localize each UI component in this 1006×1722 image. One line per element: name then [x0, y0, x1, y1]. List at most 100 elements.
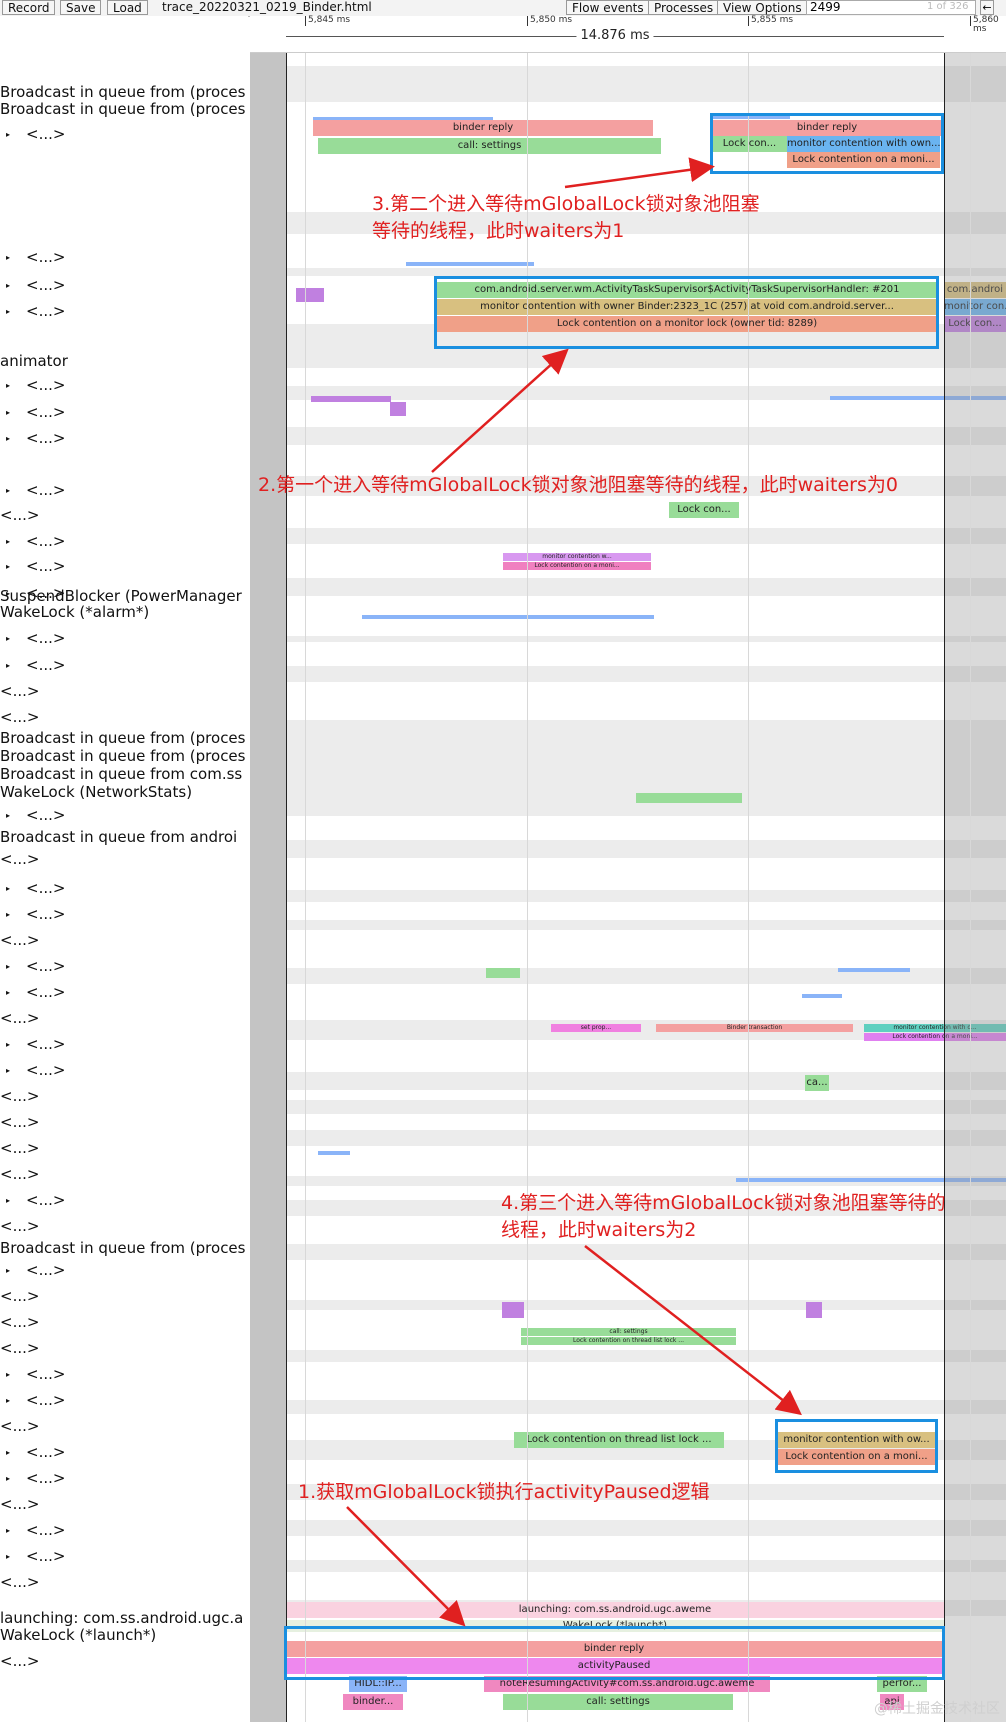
load-button[interactable]: Load: [107, 0, 148, 15]
track-label[interactable]: ▸ <...>: [6, 1444, 65, 1461]
trace-slice[interactable]: call: settings: [503, 1694, 733, 1710]
track-label[interactable]: <...>: [0, 1010, 39, 1026]
expand-triangle-icon[interactable]: ▸: [6, 559, 26, 575]
track-label[interactable]: <...>: [0, 932, 39, 948]
trace-slice[interactable]: [318, 1151, 350, 1155]
trace-slice[interactable]: [486, 968, 520, 978]
expand-triangle-icon[interactable]: ▸: [6, 881, 26, 897]
track-label[interactable]: Broadcast in queue from com.ss: [0, 766, 242, 782]
expand-triangle-icon[interactable]: ▸: [6, 1549, 26, 1565]
trace-slice[interactable]: [406, 262, 534, 266]
expand-triangle-icon[interactable]: ▸: [6, 1523, 26, 1539]
trace-slice[interactable]: [362, 615, 654, 619]
trace-slice[interactable]: [311, 396, 391, 402]
track-label[interactable]: <...>: [0, 1140, 39, 1156]
selection-right-edge[interactable]: [944, 16, 945, 1722]
trace-slice[interactable]: launching: com.ss.android.ugc.aweme: [286, 1602, 944, 1618]
track-label[interactable]: ▸ <...>: [6, 1548, 65, 1565]
track-label[interactable]: Broadcast in queue from androi: [0, 829, 237, 845]
trace-slice[interactable]: [313, 117, 493, 120]
expand-triangle-icon[interactable]: ▸: [6, 1193, 26, 1209]
trace-slice[interactable]: monitor contention w...: [503, 553, 651, 561]
trace-slice[interactable]: call: settings: [318, 138, 661, 154]
trace-slice[interactable]: [390, 402, 406, 416]
track-label[interactable]: <...>: [0, 851, 39, 867]
expand-triangle-icon[interactable]: ▸: [6, 1393, 26, 1409]
expand-triangle-icon[interactable]: ▸: [6, 405, 26, 421]
expand-triangle-icon[interactable]: ▸: [6, 1263, 26, 1279]
track-label[interactable]: WakeLock (*alarm*): [0, 604, 149, 620]
prev-match-button[interactable]: ←: [980, 0, 994, 15]
expand-triangle-icon[interactable]: ▸: [6, 1367, 26, 1383]
track-label[interactable]: <...>: [0, 1218, 39, 1234]
expand-triangle-icon[interactable]: ▸: [6, 127, 26, 143]
trace-slice[interactable]: set prop...: [551, 1024, 641, 1032]
expand-triangle-icon[interactable]: ▸: [6, 959, 26, 975]
expand-triangle-icon[interactable]: ▸: [6, 378, 26, 394]
track-label[interactable]: Broadcast in queue from (proces: [0, 1240, 245, 1256]
trace-slice[interactable]: binder...: [343, 1694, 403, 1710]
trace-slice[interactable]: Lock con...: [669, 502, 739, 518]
track-label[interactable]: ▸ <...>: [6, 958, 65, 975]
track-label[interactable]: ▸ <...>: [6, 1036, 65, 1053]
view-options-button[interactable]: View Options: [717, 0, 808, 15]
expand-triangle-icon[interactable]: ▸: [6, 534, 26, 550]
track-label[interactable]: Broadcast in queue from (proces: [0, 748, 245, 764]
track-label[interactable]: ▸ <...>: [6, 906, 65, 923]
track-label[interactable]: ▸ <...>: [6, 533, 65, 550]
track-label[interactable]: Broadcast in queue from (proces: [0, 101, 245, 117]
trace-slice[interactable]: binder reply: [313, 120, 653, 136]
track-label[interactable]: WakeLock (*launch*): [0, 1627, 156, 1643]
trace-slice[interactable]: Lock contention on thread list lock ...: [514, 1432, 724, 1448]
expand-triangle-icon[interactable]: ▸: [6, 808, 26, 824]
track-label[interactable]: ▸ <...>: [6, 1192, 65, 1209]
track-label[interactable]: <...>: [0, 683, 39, 699]
trace-slice[interactable]: Lock contention on thread list lock ...: [521, 1337, 736, 1345]
track-label[interactable]: ▸ <...>: [6, 377, 65, 394]
expand-triangle-icon[interactable]: ▸: [6, 658, 26, 674]
track-label[interactable]: ▸ <...>: [6, 303, 65, 320]
track-label[interactable]: <...>: [0, 1314, 39, 1330]
expand-triangle-icon[interactable]: ▸: [6, 985, 26, 1001]
track-label[interactable]: <...>: [0, 709, 39, 725]
processes-button[interactable]: Processes: [648, 0, 720, 15]
track-label[interactable]: <...>: [0, 1496, 39, 1512]
track-label[interactable]: ▸ <...>: [6, 249, 65, 266]
expand-triangle-icon[interactable]: ▸: [6, 431, 26, 447]
track-label[interactable]: ▸ <...>: [6, 1522, 65, 1539]
track-label[interactable]: ▸ <...>: [6, 1262, 65, 1279]
track-label[interactable]: <...>: [0, 1088, 39, 1104]
flow-events-button[interactable]: Flow events: [566, 0, 650, 15]
trace-slice[interactable]: [838, 968, 910, 972]
expand-triangle-icon[interactable]: ▸: [6, 1063, 26, 1079]
track-label[interactable]: ▸ <...>: [6, 657, 65, 674]
track-label[interactable]: SuspendBlocker (PowerManager: [0, 588, 242, 604]
track-label[interactable]: ▸ <...>: [6, 1392, 65, 1409]
track-label[interactable]: <...>: [0, 1574, 39, 1590]
trace-slice[interactable]: ca...: [805, 1075, 829, 1091]
trace-slice[interactable]: [502, 1302, 524, 1318]
track-label[interactable]: ▸ <...>: [6, 630, 65, 647]
track-label[interactable]: ▸ <...>: [6, 482, 65, 499]
track-label[interactable]: ▸ <...>: [6, 1062, 65, 1079]
expand-triangle-icon[interactable]: ▸: [6, 631, 26, 647]
track-label[interactable]: ▸ <...>: [6, 984, 65, 1001]
track-label[interactable]: ▸ <...>: [6, 126, 65, 143]
expand-triangle-icon[interactable]: ▸: [6, 304, 26, 320]
trace-slice[interactable]: call: settings: [521, 1328, 736, 1336]
track-label[interactable]: <...>: [0, 1653, 39, 1669]
track-label[interactable]: ▸ <...>: [6, 807, 65, 824]
expand-triangle-icon[interactable]: ▸: [6, 907, 26, 923]
selection-left-edge[interactable]: [286, 16, 287, 1722]
track-label[interactable]: <...>: [0, 1418, 39, 1434]
track-label[interactable]: ▸ <...>: [6, 1366, 65, 1383]
track-label[interactable]: <...>: [0, 1340, 39, 1356]
track-label[interactable]: ▸ <...>: [6, 430, 65, 447]
track-label[interactable]: <...>: [0, 1166, 39, 1182]
expand-triangle-icon[interactable]: ▸: [6, 1037, 26, 1053]
trace-slice[interactable]: Lock contention on a moni...: [503, 562, 651, 570]
expand-triangle-icon[interactable]: ▸: [6, 1445, 26, 1461]
trace-slice[interactable]: [802, 994, 842, 998]
expand-triangle-icon[interactable]: ▸: [6, 250, 26, 266]
track-label[interactable]: WakeLock (NetworkStats): [0, 784, 192, 800]
